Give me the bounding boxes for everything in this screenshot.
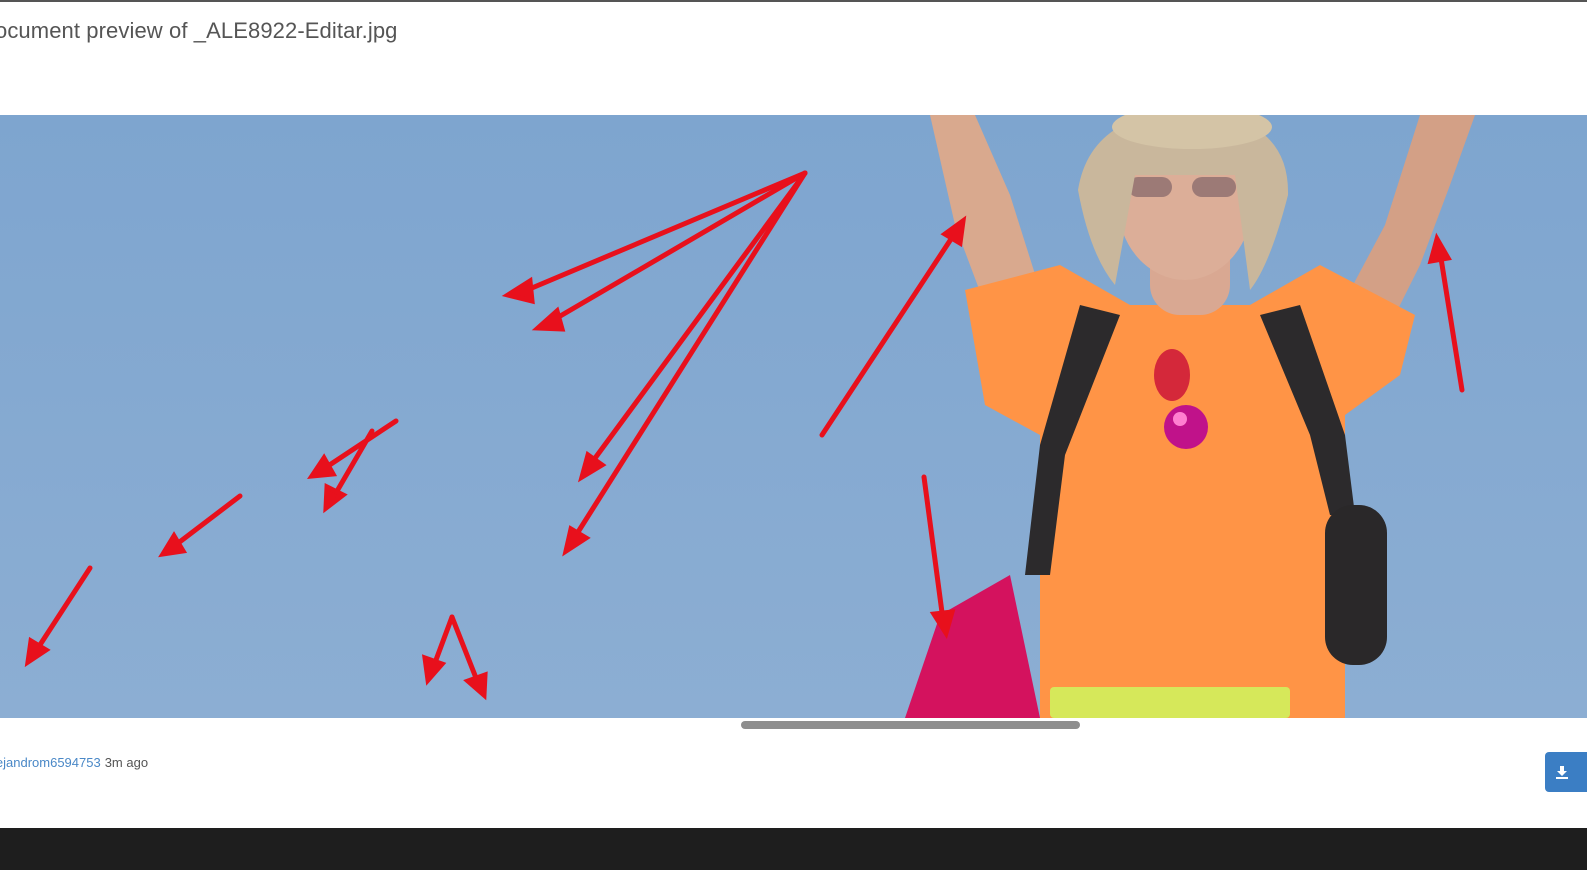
- download-button[interactable]: [1545, 752, 1587, 792]
- upload-meta: lejandrom6594753 3m ago: [0, 755, 148, 770]
- horizontal-scrollbar[interactable]: [0, 718, 1587, 732]
- uploader-link[interactable]: lejandrom6594753: [0, 755, 101, 770]
- modal-title: ocument preview of _ALE8922-Editar.jpg: [0, 18, 398, 43]
- bottom-dark-bar: [0, 828, 1587, 870]
- preview-image: [0, 115, 1587, 718]
- image-preview-viewport[interactable]: [0, 115, 1587, 718]
- download-icon: [1556, 766, 1568, 779]
- scrollbar-thumb[interactable]: [741, 721, 1080, 729]
- upload-time: 3m ago: [104, 755, 149, 770]
